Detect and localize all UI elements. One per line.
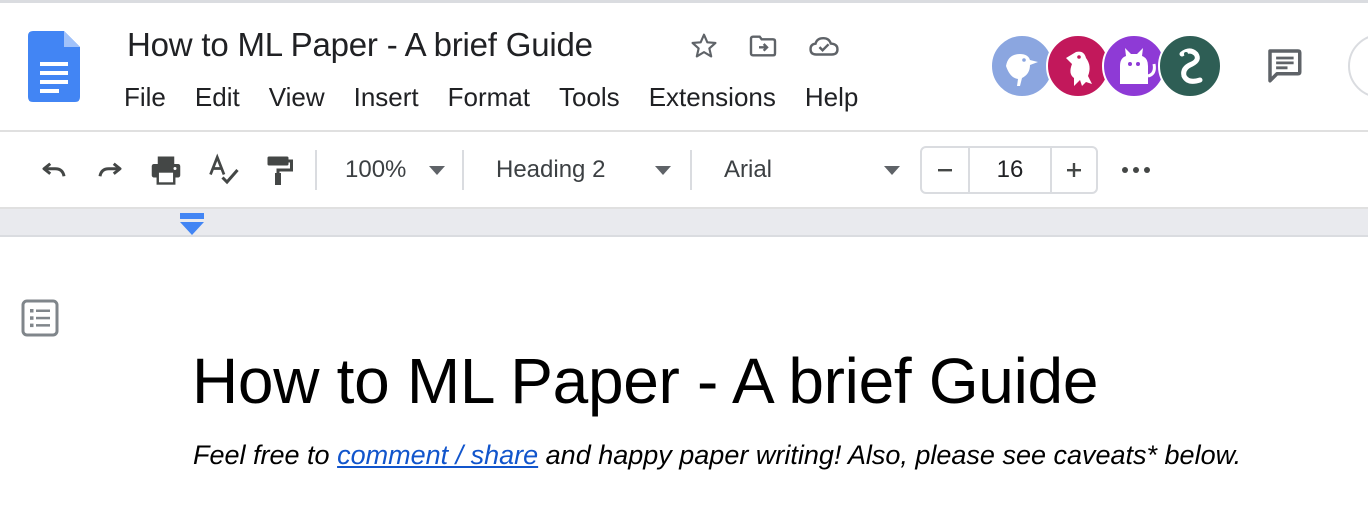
bird-avatar[interactable] xyxy=(990,34,1054,98)
share-button[interactable] xyxy=(1348,34,1368,98)
spellcheck-icon[interactable] xyxy=(204,150,244,190)
toolbar-separator xyxy=(315,150,317,190)
header-divider xyxy=(0,130,1368,132)
raven-avatar[interactable] xyxy=(1046,34,1110,98)
menu-insert[interactable]: Insert xyxy=(354,82,419,113)
window-top-border xyxy=(0,0,1368,3)
move-to-folder-icon[interactable] xyxy=(745,28,781,64)
menu-file[interactable]: File xyxy=(124,82,166,113)
menu-format[interactable]: Format xyxy=(448,82,530,113)
increase-font-size-button[interactable] xyxy=(1050,148,1096,192)
comment-share-link[interactable]: comment / share xyxy=(337,440,538,470)
document-title[interactable]: How to ML Paper - A brief Guide xyxy=(127,26,593,64)
font-select[interactable]: Arial xyxy=(724,156,772,184)
cloud-saved-icon[interactable] xyxy=(806,28,842,64)
ruler xyxy=(0,209,1368,237)
print-icon[interactable] xyxy=(146,150,186,190)
toolbar-separator xyxy=(462,150,464,190)
redo-icon[interactable] xyxy=(90,150,130,190)
subtitle-text-start: Feel free to xyxy=(193,440,338,470)
menu-tools[interactable]: Tools xyxy=(559,82,620,113)
menu-edit[interactable]: Edit xyxy=(195,82,240,113)
font-size-input[interactable]: 16 xyxy=(970,148,1050,192)
document-heading[interactable]: How to ML Paper - A brief Guide xyxy=(192,344,1098,418)
menu-view[interactable]: View xyxy=(269,82,325,113)
star-icon[interactable] xyxy=(686,28,722,64)
style-select[interactable]: Heading 2 xyxy=(496,156,605,184)
chevron-down-icon[interactable] xyxy=(884,166,900,175)
document-outline-icon[interactable] xyxy=(21,299,59,337)
chevron-down-icon[interactable] xyxy=(429,166,445,175)
paint-format-icon[interactable] xyxy=(258,150,298,190)
document-subtitle[interactable]: Feel free to comment / share and happy p… xyxy=(193,440,1241,471)
menu-help[interactable]: Help xyxy=(805,82,858,113)
more-icon[interactable] xyxy=(1116,150,1156,190)
undo-icon[interactable] xyxy=(34,150,74,190)
indent-marker-icon[interactable] xyxy=(179,213,205,237)
menu-extensions[interactable]: Extensions xyxy=(649,82,776,113)
comment-history-icon[interactable] xyxy=(1262,44,1306,86)
snake-avatar[interactable] xyxy=(1158,34,1222,98)
subtitle-text-end: and happy paper writing! Also, please se… xyxy=(538,440,1242,470)
google-docs-icon[interactable] xyxy=(28,31,80,102)
cat-avatar[interactable] xyxy=(1102,34,1166,98)
decrease-font-size-button[interactable] xyxy=(922,148,970,192)
zoom-select[interactable]: 100% xyxy=(345,156,406,184)
menu-bar: File Edit View Insert Format Tools Exten… xyxy=(124,82,887,113)
chevron-down-icon[interactable] xyxy=(655,166,671,175)
toolbar-separator xyxy=(690,150,692,190)
font-size-stepper: 16 xyxy=(920,146,1098,194)
